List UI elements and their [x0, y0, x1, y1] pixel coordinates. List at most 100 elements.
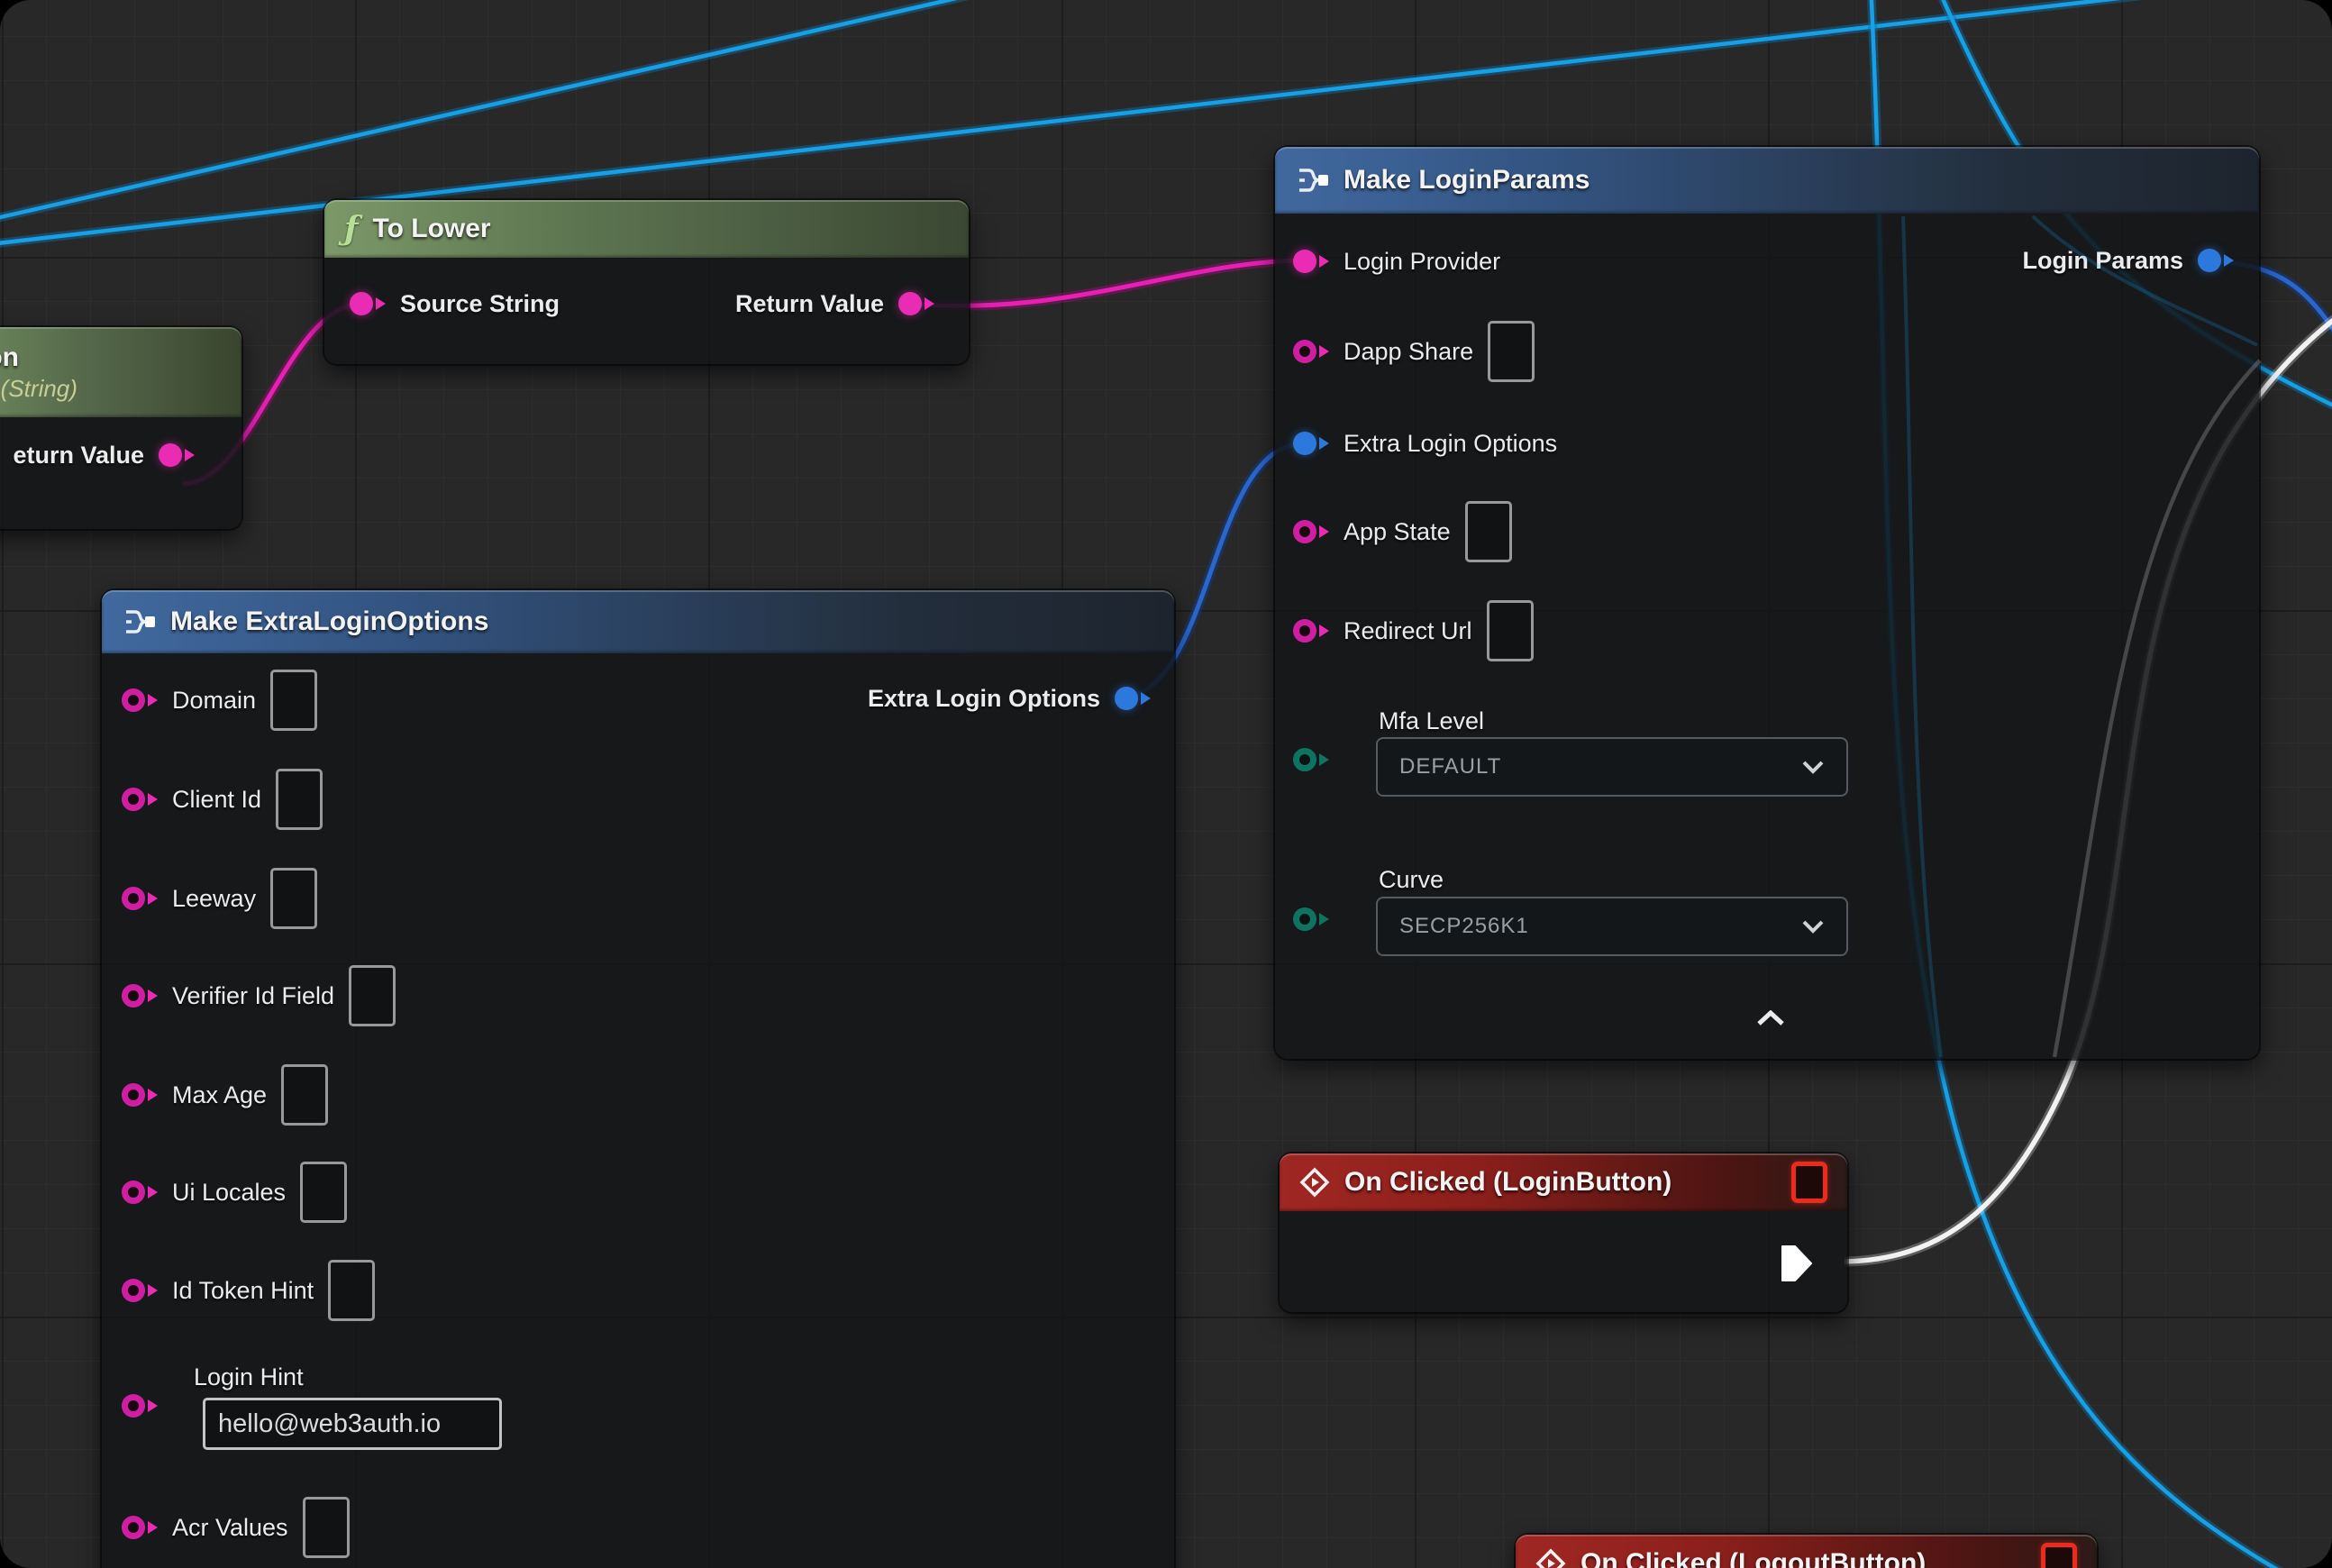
- function-f-icon: ƒ: [344, 213, 359, 245]
- mfa-level-label: Mfa Level: [1379, 707, 1484, 735]
- curve-dropdown[interactable]: SECP256K1: [1376, 897, 1848, 956]
- curve-pin[interactable]: [1293, 907, 1329, 931]
- pin-row-leeway: Leeway: [122, 870, 317, 927]
- extraloginoptions-output-label: Extra Login Options: [868, 685, 1100, 713]
- node-partial-title: tion: [0, 342, 19, 373]
- node-partial-subtitle: ox (String): [0, 375, 77, 403]
- node-make-extraloginoptions[interactable]: Make ExtraLoginOptions Domain Client Id …: [102, 590, 1174, 1568]
- node-partial-get-string[interactable]: tion ox (String) eturn Value: [0, 327, 241, 529]
- node-onclicked-loginbutton[interactable]: On Clicked (LoginButton): [1280, 1153, 1847, 1312]
- loginparams-output-label: Login Params: [2022, 247, 2183, 275]
- mfa-level-pin[interactable]: [1293, 748, 1329, 771]
- exec-output-pin[interactable]: [1781, 1243, 1817, 1289]
- collapse-advanced-chevron-icon[interactable]: [1756, 1010, 1785, 1031]
- acr-values-input[interactable]: [303, 1497, 350, 1558]
- verifier-id-field-label: Verifier Id Field: [172, 982, 334, 1010]
- to-lower-output-row: Return Value: [735, 275, 934, 333]
- acr-values-label: Acr Values: [172, 1514, 288, 1542]
- curve-value: SECP256K1: [1399, 914, 1529, 939]
- source-string-pin[interactable]: [350, 292, 386, 315]
- node-make-loginparams[interactable]: Make LoginParams Login Provider Dapp Sha…: [1275, 147, 2259, 1059]
- source-string-label: Source String: [400, 290, 560, 318]
- domain-label: Domain: [172, 687, 256, 715]
- pin-row-extra-login-options-in: Extra Login Options: [1293, 415, 1557, 472]
- client-id-pin[interactable]: [122, 788, 158, 811]
- pin-row-id-token-hint: Id Token Hint: [122, 1262, 375, 1319]
- dapp-share-input[interactable]: [1488, 321, 1535, 382]
- app-state-input[interactable]: [1465, 501, 1512, 562]
- node-partial-output-row: eturn Value: [13, 426, 195, 484]
- mfa-level-dropdown[interactable]: DEFAULT: [1376, 737, 1848, 797]
- onclicked-login-title: On Clicked (LoginButton): [1344, 1167, 1672, 1198]
- max-age-label: Max Age: [172, 1081, 267, 1109]
- chevron-down-icon: [1801, 919, 1825, 934]
- event-diamond-icon: [1535, 1548, 1566, 1568]
- redirect-url-label: Redirect Url: [1344, 617, 1472, 645]
- node-extraloginoptions-header[interactable]: Make ExtraLoginOptions: [102, 590, 1174, 653]
- verifier-id-field-input[interactable]: [349, 965, 396, 1026]
- onclicked-login-header[interactable]: On Clicked (LoginButton): [1280, 1153, 1847, 1211]
- return-value-label: eturn Value: [13, 442, 144, 469]
- app-state-label: App State: [1344, 518, 1451, 546]
- onclicked-logout-title: On Clicked (LogoutButton): [1580, 1548, 1926, 1568]
- node-to-lower-title: To Lower: [373, 214, 491, 244]
- id-token-hint-input[interactable]: [328, 1260, 375, 1321]
- pin-row-redirect-url: Redirect Url: [1293, 602, 1534, 660]
- wire-tolower-to-loginprovider: [912, 260, 1305, 305]
- curve-label: Curve: [1379, 866, 1444, 894]
- ui-locales-input[interactable]: [300, 1162, 347, 1223]
- acr-values-pin[interactable]: [122, 1516, 158, 1539]
- make-struct-icon: [122, 607, 156, 636]
- dapp-share-pin[interactable]: [1293, 340, 1329, 363]
- extraloginoptions-output-pin[interactable]: [1115, 687, 1151, 710]
- node-loginparams-header[interactable]: Make LoginParams: [1275, 147, 2259, 214]
- string-output-pin[interactable]: [159, 443, 195, 467]
- redirect-url-pin[interactable]: [1293, 619, 1329, 643]
- event-binding-box-icon: [1791, 1162, 1827, 1203]
- loginparams-output-row: Login Params: [2022, 232, 2234, 289]
- id-token-hint-pin[interactable]: [122, 1279, 158, 1302]
- mfa-level-value: DEFAULT: [1399, 754, 1501, 779]
- pin-row-ui-locales: Ui Locales: [122, 1163, 347, 1221]
- to-lower-return-label: Return Value: [735, 290, 884, 318]
- login-hint-value: hello@web3auth.io: [218, 1409, 441, 1439]
- dapp-share-label: Dapp Share: [1344, 338, 1473, 366]
- node-to-lower-header[interactable]: ƒ To Lower: [324, 200, 969, 258]
- redirect-url-input[interactable]: [1487, 600, 1534, 661]
- wire-cyan-1: [0, 0, 1027, 223]
- login-hint-pin[interactable]: [122, 1394, 158, 1418]
- node-loginparams-title: Make LoginParams: [1344, 165, 1590, 196]
- pin-row-domain: Domain: [122, 671, 317, 729]
- chevron-down-icon: [1801, 760, 1825, 774]
- leeway-input[interactable]: [270, 868, 317, 929]
- login-hint-label: Login Hint: [194, 1363, 304, 1391]
- max-age-input[interactable]: [281, 1064, 328, 1126]
- client-id-input[interactable]: [276, 769, 323, 830]
- node-partial-header[interactable]: tion ox (String): [0, 327, 241, 417]
- ui-locales-pin[interactable]: [122, 1181, 158, 1204]
- ui-locales-label: Ui Locales: [172, 1179, 286, 1207]
- pin-row-max-age: Max Age: [122, 1066, 328, 1124]
- pin-row-acr-values: Acr Values: [122, 1499, 350, 1556]
- extra-login-options-input-pin[interactable]: [1293, 432, 1329, 455]
- onclicked-logout-header[interactable]: On Clicked (LogoutButton): [1516, 1535, 2097, 1568]
- make-struct-icon: [1295, 166, 1329, 195]
- loginparams-output-pin[interactable]: [2198, 249, 2234, 272]
- domain-input[interactable]: [270, 670, 317, 731]
- to-lower-return-pin[interactable]: [898, 292, 934, 315]
- node-to-lower[interactable]: ƒ To Lower Source String Return Value: [324, 200, 969, 364]
- leeway-pin[interactable]: [122, 887, 158, 910]
- event-binding-box-icon: [2041, 1543, 2077, 1568]
- blueprint-graph-canvas[interactable]: tion ox (String) eturn Value ƒ To Lower …: [0, 0, 2332, 1568]
- domain-pin[interactable]: [122, 688, 158, 712]
- login-hint-input[interactable]: hello@web3auth.io: [203, 1398, 502, 1450]
- verifier-id-field-pin[interactable]: [122, 984, 158, 1007]
- max-age-pin[interactable]: [122, 1083, 158, 1107]
- leeway-label: Leeway: [172, 885, 256, 913]
- login-provider-pin[interactable]: [1293, 250, 1329, 273]
- node-onclicked-logoutbutton[interactable]: On Clicked (LogoutButton): [1516, 1535, 2097, 1568]
- extraloginoptions-output-row: Extra Login Options: [868, 670, 1151, 727]
- id-token-hint-label: Id Token Hint: [172, 1277, 314, 1305]
- node-extraloginoptions-title: Make ExtraLoginOptions: [170, 606, 488, 637]
- app-state-pin[interactable]: [1293, 520, 1329, 543]
